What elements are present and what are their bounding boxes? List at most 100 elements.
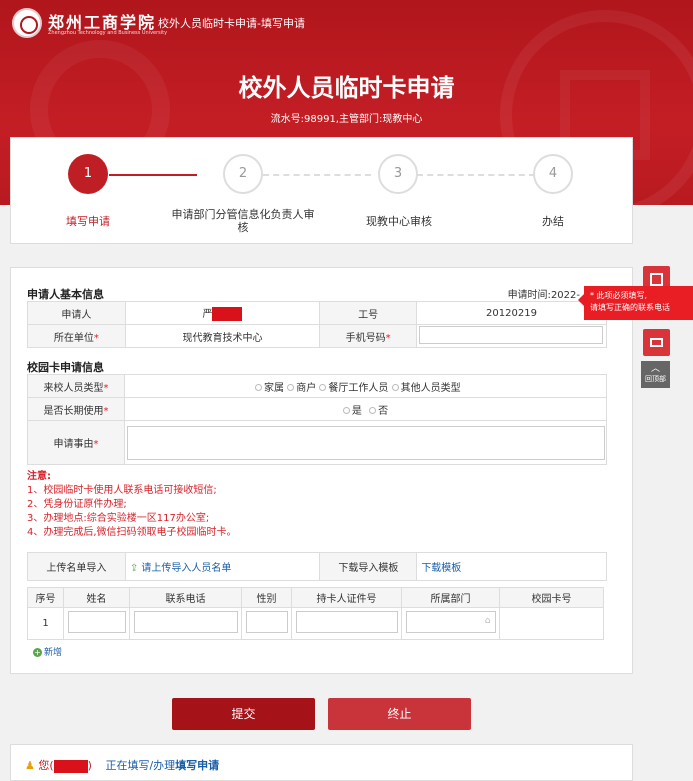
visitor-type-label: 来校人员类型* <box>26 374 126 398</box>
unit-label: 所在单位* <box>27 324 126 348</box>
step-connector <box>417 174 535 176</box>
id-cell <box>291 607 402 640</box>
radio-no[interactable] <box>369 407 377 414</box>
tooltip-line: * 此项必须填写, <box>590 291 648 300</box>
apply-time-label: 申请时间: <box>507 290 551 301</box>
step-3-label: 现教中心审核 <box>366 215 432 228</box>
radio-merchant[interactable] <box>287 384 295 391</box>
reason-label: 申请事由* <box>26 420 126 465</box>
status-paren: ) <box>87 759 92 772</box>
long-term-label-text: 是否长期使用 <box>43 405 104 417</box>
required-mark: * <box>93 332 99 344</box>
option-merchant[interactable]: 商户 <box>296 383 316 394</box>
radio-canteen-staff[interactable] <box>319 384 327 391</box>
status-prefix: 您( <box>38 759 54 772</box>
upload-icon: ⇪ <box>129 563 139 574</box>
upload-cell: ⇪ 请上传导入人员名单 <box>124 552 321 581</box>
download-cell: 下载模板 <box>416 552 607 581</box>
long-term-options: 是 否 <box>124 397 607 421</box>
application-form: 申请人基本信息 申请时间:2022- 申请人 严 工号 20120219 所在单… <box>10 267 633 674</box>
apply-time-value: 2022- <box>550 290 580 301</box>
workflow-steps: 1 2 3 4 填写申请 申请部门分管信息化负责人审核 现教中心审核 办结 <box>10 137 633 244</box>
radio-yes[interactable] <box>342 407 350 414</box>
step-1-label: 填写申请 <box>66 215 110 228</box>
card-info-table: 来校人员类型* 家属 商户 餐厅工作人员 其他人员类型 是否长期使用* 是 否 … <box>26 374 607 465</box>
status-task: 填写申请 <box>175 759 220 772</box>
col-header: 序号 <box>27 587 64 608</box>
note-item: 3、办理地点:综合实验楼一区117办公室; <box>27 513 210 524</box>
radio-family[interactable] <box>255 384 263 391</box>
note-item: 4、办理完成后,微信扫码领取电子校园临时卡。 <box>27 527 237 538</box>
id-number-input[interactable] <box>295 611 398 633</box>
job-no-label: 工号 <box>319 301 417 325</box>
people-table: 序号 姓名 联系电话 性别 持卡人证件号 所属部门 校园卡号 1 ⌂ <box>27 587 604 640</box>
contact-phone-input[interactable] <box>133 611 238 633</box>
applicant-label: 申请人 <box>27 301 126 325</box>
table-row: 1 ⌂ <box>27 607 604 640</box>
note-item: 2、凭身份证原件办理; <box>27 499 127 510</box>
back-to-top-button[interactable]: ︿ 回顶部 <box>641 361 670 388</box>
print-button[interactable] <box>643 329 670 356</box>
status-text: ♟ 您() 正在填写/办理填写申请 <box>25 757 219 773</box>
notes-block: 注意: 1、校园临时卡使用人联系电话可接收短信; 2、凭身份证原件办理; 3、办… <box>27 470 237 540</box>
option-no[interactable]: 否 <box>378 406 388 417</box>
radio-other-type[interactable] <box>391 384 399 391</box>
name-input[interactable] <box>67 611 126 633</box>
col-header: 联系电话 <box>129 587 242 608</box>
redacted-mark <box>212 307 243 321</box>
step-1-circle: 1 <box>68 154 108 194</box>
phone-input[interactable] <box>419 325 604 344</box>
department-select[interactable]: ⌂ <box>405 611 496 633</box>
school-logo-icon[interactable] <box>12 8 42 38</box>
print-icon <box>650 338 663 347</box>
validation-tooltip: * 此项必须填写, 请填写正确的联系电话 <box>578 286 693 320</box>
unit-value: 现代教育技术中心 <box>124 324 321 348</box>
phone-cell <box>129 607 242 640</box>
redacted-mark <box>53 759 88 773</box>
col-header: 姓名 <box>63 587 130 608</box>
option-canteen-staff[interactable]: 餐厅工作人员 <box>328 383 388 394</box>
download-template-link[interactable]: 下载模板 <box>421 563 461 574</box>
reason-label-text: 申请事由 <box>53 439 94 450</box>
upload-table: 上传名单导入 ⇪ 请上传导入人员名单 下载导入模板 下载模板 <box>27 552 607 581</box>
top-bar: 郑州工商学院 Zhengzhou Technology and Business… <box>0 0 693 44</box>
lock-icon: ⌂ <box>484 616 491 626</box>
visitor-type-options: 家属 商户 餐厅工作人员 其他人员类型 <box>124 374 607 398</box>
add-row-button[interactable]: + 新增 <box>33 645 62 658</box>
required-mark: * <box>103 382 109 394</box>
card-no-cell <box>499 607 604 640</box>
option-yes[interactable]: 是 <box>352 406 362 417</box>
gender-cell <box>241 607 292 640</box>
page-subtitle: 流水号:98991,主管部门:现教中心 <box>270 114 423 125</box>
chevron-up-icon: ︿ <box>650 364 660 374</box>
plus-icon: + <box>33 648 42 657</box>
name-cell <box>63 607 130 640</box>
applicant-name: 严 <box>202 309 213 320</box>
reason-textarea[interactable] <box>126 425 605 460</box>
gender-input[interactable] <box>245 611 288 633</box>
step-4-label: 办结 <box>542 215 564 228</box>
breadcrumb: 校外人员临时卡申请-填写申请 <box>158 17 305 30</box>
download-label: 下载导入模板 <box>319 552 418 581</box>
submit-button[interactable]: 提交 <box>172 698 315 730</box>
upload-label: 上传名单导入 <box>27 552 126 581</box>
edit-icon <box>650 273 663 286</box>
reason-cell <box>124 420 607 465</box>
col-header: 所属部门 <box>401 587 500 608</box>
stop-button[interactable]: 终止 <box>328 698 471 730</box>
applicant-table: 申请人 严 工号 20120219 所在单位* 现代教育技术中心 手机号码* <box>27 301 608 348</box>
option-other-type[interactable]: 其他人员类型 <box>401 383 461 394</box>
step-2-label: 申请部门分管信息化负责人审核 <box>171 208 315 234</box>
apply-time: 申请时间:2022- <box>508 286 580 301</box>
row-index: 1 <box>27 607 64 640</box>
note-item: 1、校园临时卡使用人联系电话可接收短信; <box>27 485 217 496</box>
step-2-circle: 2 <box>223 154 263 194</box>
card-section-title: 校园卡申请信息 <box>27 361 104 374</box>
dept-cell: ⌂ <box>401 607 500 640</box>
upload-link[interactable]: 请上传导入人员名单 <box>141 563 231 574</box>
option-family[interactable]: 家属 <box>264 383 284 394</box>
required-mark: * <box>103 405 109 417</box>
user-icon: ♟ <box>25 759 35 772</box>
applicant-section-title: 申请人基本信息 <box>27 288 104 301</box>
phone-label: 手机号码* <box>319 324 417 348</box>
